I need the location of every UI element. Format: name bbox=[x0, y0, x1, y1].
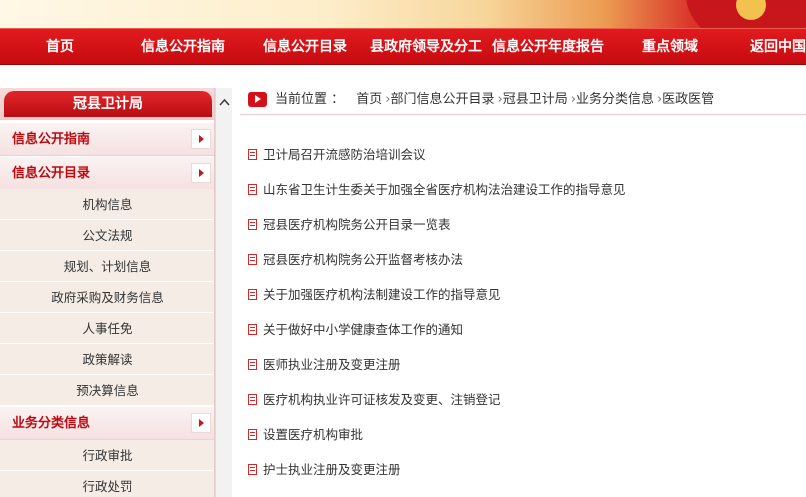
sidebar-category-guide[interactable]: 信息公开指南 bbox=[0, 123, 214, 156]
breadcrumb-home[interactable]: 首页 bbox=[356, 92, 382, 107]
document-icon bbox=[248, 394, 257, 405]
document-icon bbox=[248, 429, 257, 440]
expand-arrow-icon[interactable] bbox=[191, 129, 211, 149]
document-icon bbox=[248, 324, 257, 335]
breadcrumb-current[interactable]: 医政医管 bbox=[662, 92, 714, 107]
nav-home[interactable]: 首页 bbox=[46, 29, 74, 66]
sidebar-category-label: 信息公开指南 bbox=[12, 132, 91, 147]
document-icon bbox=[248, 464, 257, 475]
document-icon bbox=[248, 289, 257, 300]
nav-disclosure-catalog[interactable]: 信息公开目录 bbox=[263, 29, 347, 66]
article-link[interactable]: 冠县医疗机构院务公开监督考核办法 bbox=[263, 243, 463, 277]
breadcrumb-label: 当前位置 ： bbox=[275, 92, 345, 107]
article-link[interactable]: 关于做好中小学健康查体工作的通知 bbox=[263, 313, 463, 347]
sidebar: 冠县卫计局 信息公开指南 信息公开目录 机构信息 公文法规 规划、计划信息 政府… bbox=[0, 88, 215, 497]
sidebar-header: 冠县卫计局 bbox=[0, 88, 214, 120]
sidebar-category-business[interactable]: 业务分类信息 bbox=[0, 407, 214, 440]
list-item: 设置医疗机构审批 bbox=[240, 418, 806, 448]
breadcrumb-business-info[interactable]: 业务分类信息 bbox=[576, 92, 654, 107]
expand-arrow-icon[interactable] bbox=[191, 413, 211, 433]
article-link[interactable]: 护士执业注册及变更注册 bbox=[263, 453, 401, 487]
list-item: 山东省卫生计生委关于加强全省医疗机构法治建设工作的指导意见 bbox=[240, 173, 806, 203]
article-link[interactable]: 冠县医疗机构院务公开目录一览表 bbox=[263, 208, 451, 242]
document-icon bbox=[248, 149, 257, 160]
list-item: 医师执业注册及变更注册 bbox=[240, 348, 806, 378]
document-icon bbox=[248, 219, 257, 230]
breadcrumb-bureau[interactable]: 冠县卫计局 bbox=[503, 92, 568, 107]
sidebar-category-label: 信息公开目录 bbox=[12, 166, 91, 181]
header-banner bbox=[0, 0, 806, 28]
sidebar-item-plans[interactable]: 规划、计划信息 bbox=[0, 251, 214, 282]
play-icon bbox=[248, 92, 267, 107]
article-link[interactable]: 医师执业注册及变更注册 bbox=[263, 348, 401, 382]
breadcrumb-text: 当前位置 ： 首页 ›部门信息公开目录 ›冠县卫计局 ›业务分类信息 ›医政医管 bbox=[275, 88, 714, 112]
list-item: 医疗机构执业许可证核发及变更、注销登记 bbox=[240, 383, 806, 413]
sidebar-category-catalog[interactable]: 信息公开目录 bbox=[0, 157, 214, 190]
sidebar-item-procurement[interactable]: 政府采购及财务信息 bbox=[0, 282, 214, 313]
sidebar-item-org-info[interactable]: 机构信息 bbox=[0, 189, 214, 220]
sidebar-title: 冠县卫计局 bbox=[4, 91, 212, 117]
scroll-up-icon[interactable] bbox=[219, 97, 230, 108]
list-item: 冠县医疗机构院务公开监督考核办法 bbox=[240, 243, 806, 273]
nav-annual-report[interactable]: 信息公开年度报告 bbox=[492, 29, 604, 66]
sidebar-item-admin-penalty[interactable]: 行政处罚 bbox=[0, 471, 214, 497]
breadcrumb: 当前位置 ： 首页 ›部门信息公开目录 ›冠县卫计局 ›业务分类信息 ›医政医管 bbox=[240, 88, 806, 115]
expand-arrow-icon[interactable] bbox=[191, 163, 211, 183]
nav-key-areas[interactable]: 重点领域 bbox=[642, 29, 698, 66]
sidebar-scrollbar[interactable] bbox=[215, 88, 232, 497]
article-link[interactable]: 医疗机构执业许可证核发及变更、注销登记 bbox=[263, 383, 501, 417]
nav-return-china[interactable]: 返回中国 bbox=[750, 29, 806, 66]
nav-disclosure-guide[interactable]: 信息公开指南 bbox=[141, 29, 225, 66]
list-item: 关于加强医疗机构法制建设工作的指导意见 bbox=[240, 278, 806, 308]
list-item: 冠县医疗机构院务公开目录一览表 bbox=[240, 208, 806, 238]
sidebar-item-policy-interpretation[interactable]: 政策解读 bbox=[0, 344, 214, 375]
sidebar-item-admin-approval[interactable]: 行政审批 bbox=[0, 440, 214, 471]
list-item: 护士执业注册及变更注册 bbox=[240, 453, 806, 483]
sidebar-item-budget[interactable]: 预决算信息 bbox=[0, 375, 214, 406]
list-item: 关于做好中小学健康查体工作的通知 bbox=[240, 313, 806, 343]
breadcrumb-dept-catalog[interactable]: 部门信息公开目录 bbox=[391, 92, 495, 107]
article-link[interactable]: 卫计局召开流感防治培训会议 bbox=[263, 138, 426, 172]
document-icon bbox=[248, 184, 257, 195]
sidebar-category-label: 业务分类信息 bbox=[12, 416, 91, 431]
sidebar-item-documents[interactable]: 公文法规 bbox=[0, 220, 214, 251]
list-item: 卫计局召开流感防治培训会议 bbox=[240, 138, 806, 168]
sidebar-item-personnel[interactable]: 人事任免 bbox=[0, 313, 214, 344]
article-link[interactable]: 关于加强医疗机构法制建设工作的指导意见 bbox=[263, 278, 501, 312]
main-nav: 首页 信息公开指南 信息公开目录 县政府领导及分工 信息公开年度报告 重点领域 … bbox=[0, 28, 806, 65]
document-icon bbox=[248, 254, 257, 265]
article-link[interactable]: 山东省卫生计生委关于加强全省医疗机构法治建设工作的指导意见 bbox=[263, 173, 626, 207]
nav-county-leaders[interactable]: 县政府领导及分工 bbox=[370, 29, 482, 66]
document-icon bbox=[248, 359, 257, 370]
article-link[interactable]: 设置医疗机构审批 bbox=[263, 418, 363, 452]
